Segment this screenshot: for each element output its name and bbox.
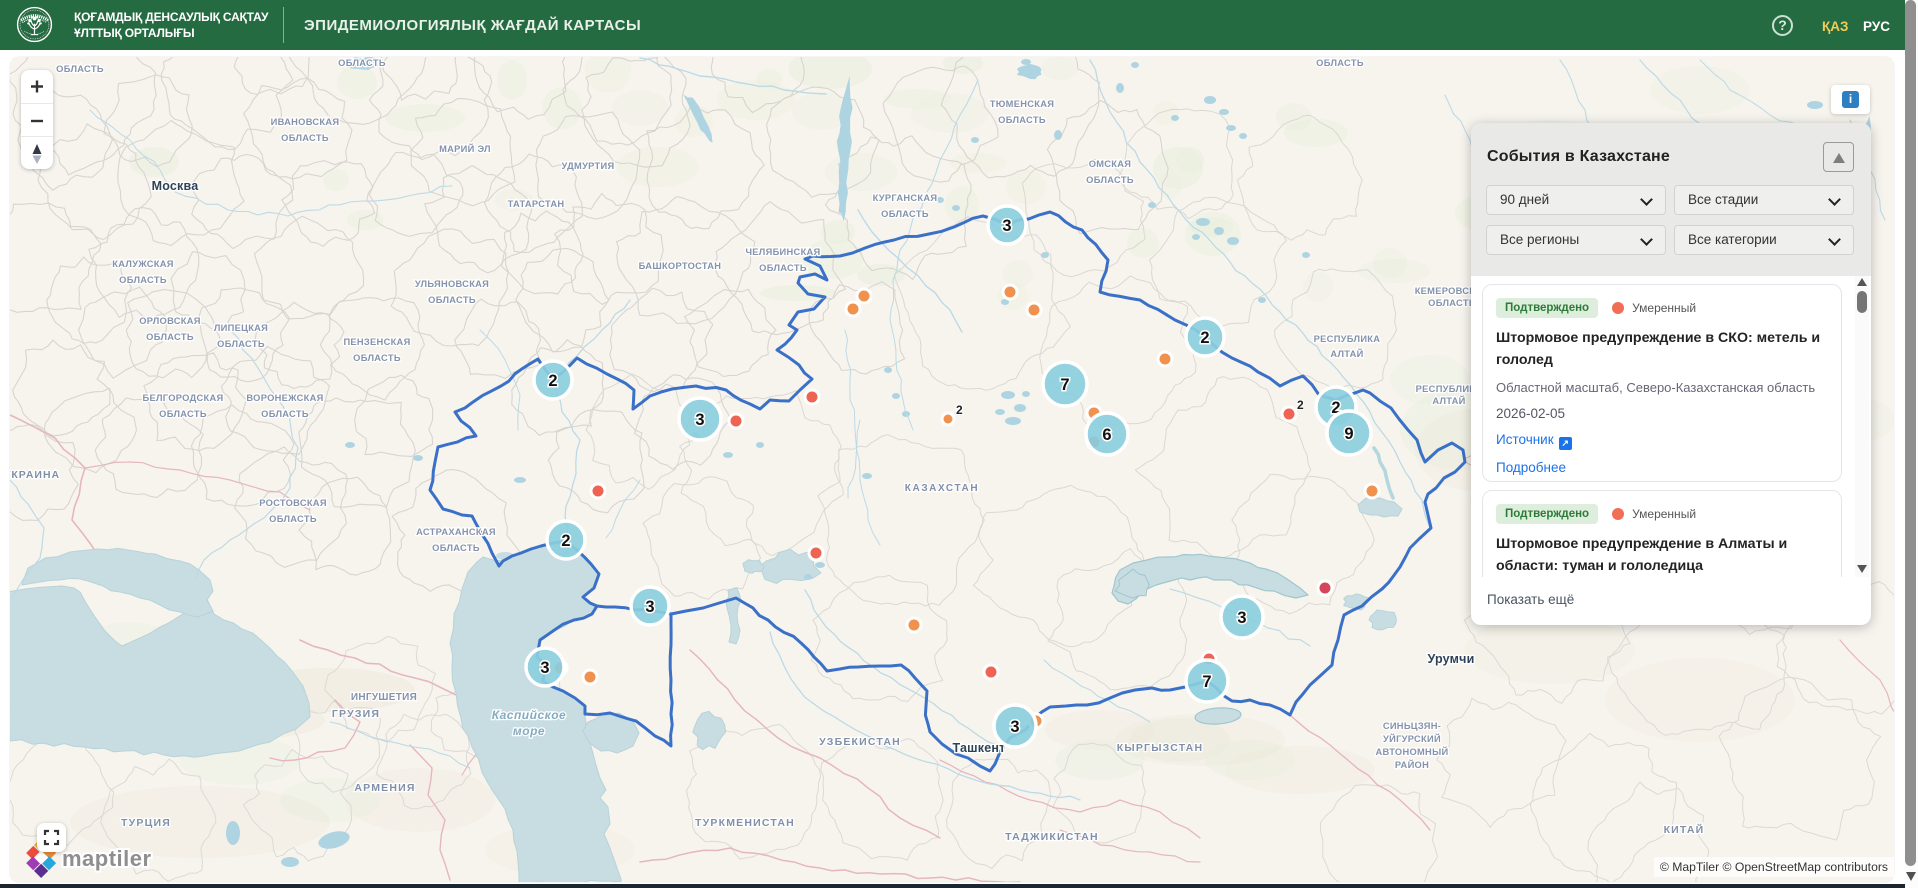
svg-text:7: 7 <box>1060 376 1069 394</box>
svg-text:УЛЬЯНОВСКАЯ: УЛЬЯНОВСКАЯ <box>415 279 489 289</box>
svg-text:УЙГУРСКИЙ: УЙГУРСКИЙ <box>1383 733 1441 744</box>
svg-text:КУРГАНСКАЯ: КУРГАНСКАЯ <box>873 193 938 203</box>
svg-text:2: 2 <box>561 532 570 550</box>
svg-text:АРМЕНИЯ: АРМЕНИЯ <box>354 782 415 794</box>
svg-text:ОБЛАСТЬ: ОБЛАСТЬ <box>119 275 167 285</box>
svg-text:3: 3 <box>1002 217 1011 235</box>
svg-text:ЛИПЕЦКАЯ: ЛИПЕЦКАЯ <box>214 323 268 333</box>
svg-text:2: 2 <box>548 372 557 390</box>
svg-text:3: 3 <box>695 411 704 429</box>
svg-text:УЗБЕКИСТАН: УЗБЕКИСТАН <box>819 736 901 748</box>
svg-text:2: 2 <box>956 403 963 417</box>
svg-text:Урумчи: Урумчи <box>1428 652 1475 666</box>
svg-text:КАЗАХСТАН: КАЗАХСТАН <box>905 483 979 494</box>
svg-text:ОБЛАСТЬ: ОБЛАСТЬ <box>338 58 386 68</box>
svg-text:БАШКОРТОСТАН: БАШКОРТОСТАН <box>639 261 722 271</box>
svg-text:море: море <box>513 724 545 738</box>
svg-text:ОБЛАСТЬ: ОБЛАСТЬ <box>217 339 265 349</box>
svg-text:ОБЛАСТЬ: ОБЛАСТЬ <box>1428 298 1476 308</box>
svg-text:АСТРАХАНСКАЯ: АСТРАХАНСКАЯ <box>416 527 496 537</box>
svg-text:УДМУРТИЯ: УДМУРТИЯ <box>562 161 615 171</box>
svg-text:РЕСПУБЛИКА: РЕСПУБЛИКА <box>1314 334 1381 344</box>
svg-text:ОБЛАСТЬ: ОБЛАСТЬ <box>269 514 317 524</box>
svg-text:ОБЛАСТЬ: ОБЛАСТЬ <box>281 133 329 143</box>
svg-text:ГРУЗИЯ: ГРУЗИЯ <box>332 708 380 720</box>
svg-text:ТАДЖИКИСТАН: ТАДЖИКИСТАН <box>1005 831 1099 843</box>
svg-text:ВОРОНЕЖСКАЯ: ВОРОНЕЖСКАЯ <box>246 393 323 403</box>
svg-text:ОБЛАСТЬ: ОБЛАСТЬ <box>1086 175 1134 185</box>
svg-text:ОБЛАСТЬ: ОБЛАСТЬ <box>146 332 194 342</box>
svg-text:Ташкент: Ташкент <box>953 741 1006 755</box>
svg-text:ЧЕЛЯБИНСКАЯ: ЧЕЛЯБИНСКАЯ <box>745 247 820 257</box>
svg-text:РАЙОН: РАЙОН <box>1395 759 1429 770</box>
svg-text:ОБЛАСТЬ: ОБЛАСТЬ <box>428 295 476 305</box>
svg-text:ОБЛАСТЬ: ОБЛАСТЬ <box>261 409 309 419</box>
svg-text:Каспийское: Каспийское <box>492 708 566 722</box>
svg-text:Москва: Москва <box>152 179 200 193</box>
svg-text:ОБЛАСТЬ: ОБЛАСТЬ <box>353 353 401 363</box>
svg-text:ОБЛАСТЬ: ОБЛАСТЬ <box>1316 58 1364 68</box>
svg-text:2: 2 <box>1200 329 1209 347</box>
svg-text:3: 3 <box>1010 718 1019 736</box>
svg-text:СИНЬЦЗЯН-: СИНЬЦЗЯН- <box>1383 721 1441 731</box>
svg-text:ОБЛАСТЬ: ОБЛАСТЬ <box>56 64 104 74</box>
svg-text:7: 7 <box>1202 673 1211 691</box>
svg-text:ОРЛОВСКАЯ: ОРЛОВСКАЯ <box>139 316 200 326</box>
svg-text:ОБЛАСТЬ: ОБЛАСТЬ <box>432 543 480 553</box>
svg-text:КЫРГЫЗСТАН: КЫРГЫЗСТАН <box>1117 742 1203 754</box>
svg-text:ОБЛАСТЬ: ОБЛАСТЬ <box>759 263 807 273</box>
svg-text:КИТАЙ: КИТАЙ <box>1664 823 1705 836</box>
svg-text:6: 6 <box>1102 426 1111 444</box>
svg-text:ОМСКАЯ: ОМСКАЯ <box>1089 159 1132 169</box>
svg-text:ИВАНОВСКАЯ: ИВАНОВСКАЯ <box>271 117 340 127</box>
svg-text:ОБЛАСТЬ: ОБЛАСТЬ <box>159 409 207 419</box>
svg-text:2: 2 <box>1297 398 1304 412</box>
svg-text:ТАТАРСТАН: ТАТАРСТАН <box>508 199 565 209</box>
svg-text:ТУРКМЕНИСТАН: ТУРКМЕНИСТАН <box>695 817 795 829</box>
svg-text:РОСТОВСКАЯ: РОСТОВСКАЯ <box>259 498 327 508</box>
svg-text:9: 9 <box>1344 425 1353 443</box>
svg-text:ОБЛАСТЬ: ОБЛАСТЬ <box>881 209 929 219</box>
svg-text:3: 3 <box>540 659 549 677</box>
svg-text:ПЕНЗЕНСКАЯ: ПЕНЗЕНСКАЯ <box>343 337 410 347</box>
svg-text:АВТОНОМНЫЙ: АВТОНОМНЫЙ <box>1376 746 1449 757</box>
svg-text:maptiler: maptiler <box>62 846 152 871</box>
svg-text:БЕЛГОРОДСКАЯ: БЕЛГОРОДСКАЯ <box>143 393 224 403</box>
svg-text:УКРАИНА: УКРАИНА <box>10 469 60 481</box>
svg-text:3: 3 <box>1237 609 1246 627</box>
svg-text:ТУРЦИЯ: ТУРЦИЯ <box>121 817 171 829</box>
svg-text:ОБЛАСТЬ: ОБЛАСТЬ <box>998 115 1046 125</box>
svg-text:МАРИЙ ЭЛ: МАРИЙ ЭЛ <box>439 143 491 154</box>
svg-text:3: 3 <box>645 598 654 616</box>
svg-text:ТЮМЕНСКАЯ: ТЮМЕНСКАЯ <box>990 99 1054 109</box>
svg-text:АЛТАЙ: АЛТАЙ <box>1330 348 1363 359</box>
svg-text:АЛТАЙ: АЛТАЙ <box>1432 395 1465 406</box>
svg-text:КАЛУЖСКАЯ: КАЛУЖСКАЯ <box>112 259 173 269</box>
svg-text:ИНГУШЕТИЯ: ИНГУШЕТИЯ <box>351 692 417 703</box>
